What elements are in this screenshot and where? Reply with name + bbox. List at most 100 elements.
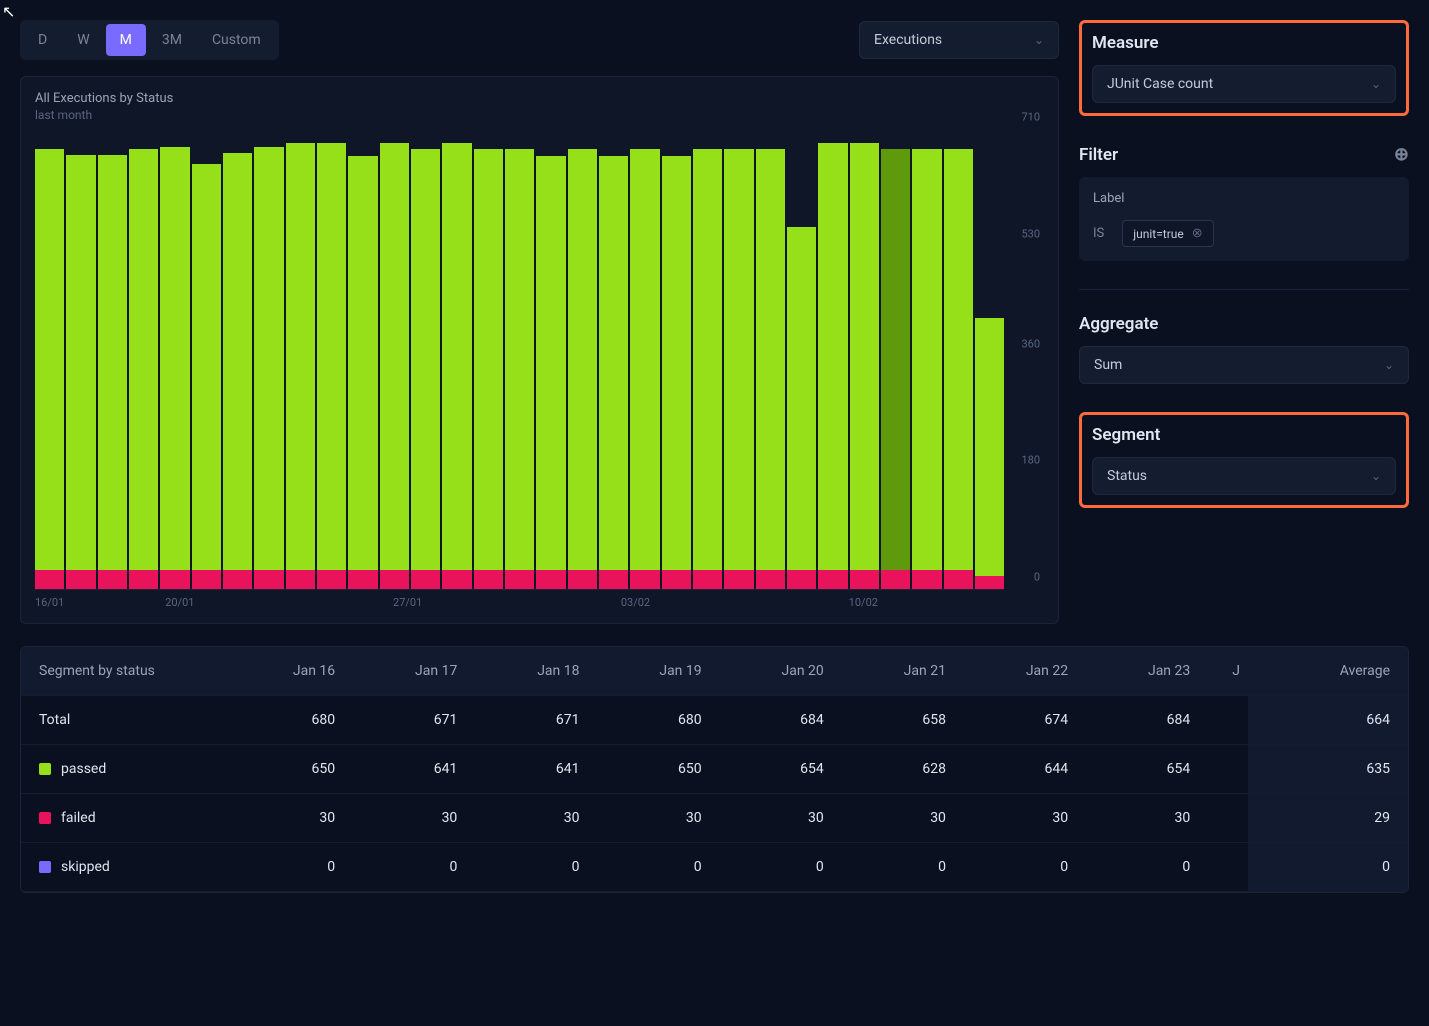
chart-xaxis: 16/0120/0127/0103/0210/02 [35,596,1044,609]
filter-chip[interactable]: junit=true ⊗ [1122,220,1213,247]
bar-30/01[interactable] [474,130,503,589]
col-date: Jan 20 [710,647,832,696]
xtick: 20/01 [165,596,198,609]
cell: 654 [1076,745,1198,794]
bar-seg-failed [912,570,941,589]
cell: 650 [587,745,709,794]
chevron-down-icon: ⌄ [1371,77,1381,91]
col-date: Jan 17 [343,647,465,696]
bar-14/02[interactable] [944,130,973,589]
bar-29/01[interactable] [442,130,471,589]
col-average: Average [1248,647,1408,696]
bar-seg-failed [348,570,377,589]
bar-31/01[interactable] [505,130,534,589]
bar-01/02[interactable] [536,130,565,589]
timerange-tab-d[interactable]: D [24,24,61,56]
filter-chip-remove-icon[interactable]: ⊗ [1192,226,1203,241]
bar-seg-passed [912,149,941,569]
cell: 30 [465,794,587,843]
xtick [458,596,491,609]
cell: 644 [954,745,1076,794]
bar-seg-passed [254,147,283,570]
aggregate-panel: Aggregate Sum ⌄ [1079,314,1409,384]
timerange-tab-3m[interactable]: 3M [148,24,196,56]
bar-seg-failed [787,570,816,589]
bar-seg-failed [223,570,252,589]
table-row: Total680671671680684658674684664 [21,696,1408,745]
bar-seg-passed [818,143,847,570]
cell-cut [1198,843,1248,892]
cell: 30 [343,794,465,843]
bar-13/02[interactable] [912,130,941,589]
timerange-tabs: DWM3MCustom [20,20,279,60]
bar-25/01[interactable] [317,130,346,589]
cell-average: 635 [1248,745,1408,794]
bar-21/01[interactable] [192,130,221,589]
segment-select[interactable]: Status ⌄ [1092,457,1396,495]
measure-select[interactable]: JUnit Case count ⌄ [1092,65,1396,103]
bar-05/02[interactable] [662,130,691,589]
bar-16/01[interactable] [35,130,64,589]
failed-swatch [39,812,51,824]
scope-select[interactable]: Executions ⌄ [859,21,1059,59]
row-label: passed [21,745,221,794]
bar-07/02[interactable] [724,130,753,589]
xtick [588,596,621,609]
bar-20/01[interactable] [160,130,189,589]
cell: 30 [954,794,1076,843]
chevron-down-icon: ⌄ [1384,358,1394,372]
timerange-tab-m[interactable]: M [106,24,146,56]
bar-02/02[interactable] [568,130,597,589]
bar-15/02[interactable] [975,130,1004,589]
timerange-tab-w[interactable]: W [63,24,103,56]
xtick [751,596,784,609]
segment-panel: Segment Status ⌄ [1079,412,1409,508]
chart-card: All Executions by Status last month 0180… [20,76,1059,624]
bar-seg-passed [505,149,534,569]
bar-08/02[interactable] [756,130,785,589]
cell-average: 0 [1248,843,1408,892]
bar-24/01[interactable] [286,130,315,589]
segment-title: Segment [1092,425,1396,445]
bar-seg-passed [98,155,127,569]
cell: 0 [1076,843,1198,892]
cell: 654 [710,745,832,794]
bar-seg-failed [568,570,597,589]
add-filter-icon[interactable]: ⊕ [1394,144,1409,165]
bar-seg-passed [317,143,346,570]
scope-select-value: Executions [874,32,942,48]
bar-09/02[interactable] [787,130,816,589]
bar-seg-failed [129,570,158,589]
bar-27/01[interactable] [380,130,409,589]
cell: 30 [710,794,832,843]
cell: 0 [954,843,1076,892]
cell: 0 [343,843,465,892]
bar-26/01[interactable] [348,130,377,589]
bar-11/02[interactable] [850,130,879,589]
chart-title: All Executions by Status [35,91,1044,106]
bar-28/01[interactable] [411,130,440,589]
bar-06/02[interactable] [693,130,722,589]
bar-17/01[interactable] [66,130,95,589]
bar-03/02[interactable] [599,130,628,589]
bar-12/02[interactable] [881,130,910,589]
xtick [426,596,459,609]
bar-seg-failed [756,570,785,589]
bar-22/01[interactable] [223,130,252,589]
timerange-tab-custom[interactable]: Custom [198,24,275,56]
xtick [523,596,556,609]
bar-18/01[interactable] [98,130,127,589]
bar-seg-passed [630,149,659,569]
bar-seg-failed [380,570,409,589]
bar-seg-passed [129,149,158,569]
xtick [360,596,393,609]
aggregate-select[interactable]: Sum ⌄ [1079,346,1409,384]
row-label: failed [21,794,221,843]
bar-10/02[interactable] [818,130,847,589]
xtick [1011,596,1044,609]
bar-04/02[interactable] [630,130,659,589]
cell-average: 664 [1248,696,1408,745]
bar-19/01[interactable] [129,130,158,589]
bar-seg-failed [599,570,628,589]
bar-23/01[interactable] [254,130,283,589]
